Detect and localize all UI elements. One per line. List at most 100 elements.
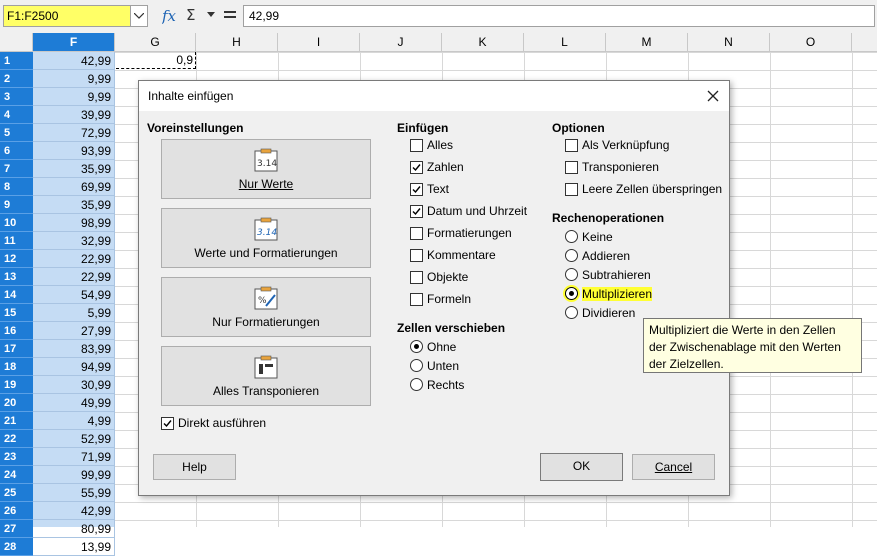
formula-icon[interactable] [223, 6, 237, 26]
shift-option-radio[interactable]: Ohne [410, 339, 540, 357]
cell-f[interactable]: 22,99 [33, 268, 115, 286]
row-header[interactable]: 21 [0, 412, 33, 430]
cell-f[interactable]: 42,99 [33, 52, 115, 70]
row-header[interactable]: 9 [0, 196, 33, 214]
cell-f[interactable]: 9,99 [33, 70, 115, 88]
paste-option-checkbox[interactable]: Formatierungen [410, 225, 570, 243]
row-header[interactable]: 10 [0, 214, 33, 232]
row-header[interactable]: 16 [0, 322, 33, 340]
row-header[interactable]: 20 [0, 394, 33, 412]
cancel-button[interactable]: Cancel [632, 454, 715, 480]
values-only-button[interactable]: 3.14 Nur Werte [161, 139, 371, 199]
row-header[interactable]: 1 [0, 52, 33, 70]
cell-f[interactable]: 9,99 [33, 88, 115, 106]
row-header[interactable]: 27 [0, 520, 33, 538]
cell-f[interactable]: 55,99 [33, 484, 115, 502]
run-immediately-checkbox[interactable]: Direkt ausführen [161, 415, 301, 433]
row-header[interactable]: 25 [0, 484, 33, 502]
paste-option-checkbox[interactable]: Datum und Uhrzeit [410, 203, 570, 221]
operation-radio[interactable]: Addieren [565, 248, 695, 266]
column-header-m[interactable]: M [606, 33, 688, 51]
help-button[interactable]: Help [153, 454, 236, 480]
row-header[interactable]: 7 [0, 160, 33, 178]
cell-f[interactable]: 98,99 [33, 214, 115, 232]
function-wizard-icon[interactable]: fx [162, 6, 180, 26]
sum-icon[interactable]: Σ [186, 6, 200, 26]
paste-option-checkbox[interactable]: Zahlen [410, 159, 570, 177]
cell-g1[interactable]: 0,9 [116, 52, 196, 69]
cell-f[interactable]: 83,99 [33, 340, 115, 358]
cell-f[interactable]: 13,99 [33, 538, 115, 556]
cell-f[interactable]: 71,99 [33, 448, 115, 466]
cell-f[interactable]: 80,99 [33, 520, 115, 538]
column-header-h[interactable]: H [196, 33, 278, 51]
row-header[interactable]: 28 [0, 538, 33, 556]
row-header[interactable]: 12 [0, 250, 33, 268]
row-header[interactable]: 17 [0, 340, 33, 358]
cell-f[interactable]: 94,99 [33, 358, 115, 376]
cell-f[interactable]: 52,99 [33, 430, 115, 448]
paste-option-checkbox[interactable]: Alles [410, 137, 570, 155]
row-header[interactable]: 3 [0, 88, 33, 106]
cell-f[interactable]: 42,99 [33, 502, 115, 520]
cell-f[interactable]: 32,99 [33, 232, 115, 250]
formats-only-button[interactable]: % Nur Formatierungen [161, 277, 371, 337]
row-header[interactable]: 2 [0, 70, 33, 88]
cell-f[interactable]: 35,99 [33, 160, 115, 178]
select-all-corner[interactable] [0, 33, 33, 51]
column-header-k[interactable]: K [442, 33, 524, 51]
cell-f[interactable]: 72,99 [33, 124, 115, 142]
column-header-n[interactable]: N [688, 33, 770, 51]
formula-input[interactable]: 42,99 [243, 5, 875, 27]
column-header-i[interactable]: I [278, 33, 360, 51]
row-header[interactable]: 13 [0, 268, 33, 286]
row-header[interactable]: 22 [0, 430, 33, 448]
ok-button[interactable]: OK [540, 453, 623, 481]
option-checkbox[interactable]: Als Verknüpfung [565, 137, 725, 155]
shift-option-radio[interactable]: Unten [410, 358, 540, 376]
cell-f[interactable]: 4,99 [33, 412, 115, 430]
cell-f[interactable]: 99,99 [33, 466, 115, 484]
cell-f[interactable]: 93,99 [33, 142, 115, 160]
cell-f[interactable]: 35,99 [33, 196, 115, 214]
operation-radio[interactable]: Keine [565, 229, 695, 247]
paste-option-checkbox[interactable]: Formeln [410, 291, 570, 309]
row-header[interactable]: 24 [0, 466, 33, 484]
row-header[interactable]: 23 [0, 448, 33, 466]
values-and-formats-button[interactable]: 3.14 Werte und Formatierungen [161, 208, 371, 268]
operation-radio[interactable]: Multiplizieren [565, 286, 695, 304]
cell-f[interactable]: 69,99 [33, 178, 115, 196]
paste-option-checkbox[interactable]: Kommentare [410, 247, 570, 265]
row-header[interactable]: 18 [0, 358, 33, 376]
row-header[interactable]: 5 [0, 124, 33, 142]
row-header[interactable]: 11 [0, 232, 33, 250]
paste-option-checkbox[interactable]: Objekte [410, 269, 570, 287]
row-header[interactable]: 15 [0, 304, 33, 322]
row-header[interactable]: 26 [0, 502, 33, 520]
sum-dropdown-icon[interactable] [206, 12, 216, 32]
column-header-f[interactable]: F [33, 33, 115, 51]
option-checkbox[interactable]: Transponieren [565, 159, 725, 177]
column-header-l[interactable]: L [524, 33, 606, 51]
transpose-all-button[interactable]: Alles Transponieren [161, 346, 371, 406]
cell-f[interactable]: 30,99 [33, 376, 115, 394]
column-header-g[interactable]: G [115, 33, 196, 51]
name-box[interactable]: F1:F2500 [3, 5, 131, 27]
cell-f[interactable]: 22,99 [33, 250, 115, 268]
row-header[interactable]: 4 [0, 106, 33, 124]
column-header-j[interactable]: J [360, 33, 442, 51]
row-header[interactable]: 14 [0, 286, 33, 304]
cell-f[interactable]: 39,99 [33, 106, 115, 124]
name-box-dropdown[interactable] [130, 5, 148, 27]
cell-f[interactable]: 5,99 [33, 304, 115, 322]
row-header[interactable]: 8 [0, 178, 33, 196]
row-header[interactable]: 19 [0, 376, 33, 394]
cell-f[interactable]: 49,99 [33, 394, 115, 412]
column-header-o[interactable]: O [770, 33, 852, 51]
paste-option-checkbox[interactable]: Text [410, 181, 570, 199]
cell-f[interactable]: 54,99 [33, 286, 115, 304]
close-icon[interactable] [705, 88, 721, 104]
cell-f[interactable]: 27,99 [33, 322, 115, 340]
option-checkbox[interactable]: Leere Zellen überspringen [565, 181, 725, 199]
row-header[interactable]: 6 [0, 142, 33, 160]
